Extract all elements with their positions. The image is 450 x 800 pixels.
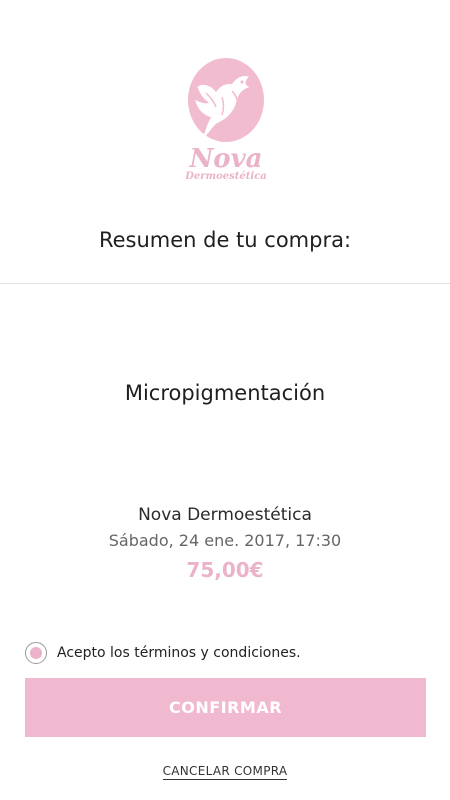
logo-wordmark: Nova [188, 144, 262, 174]
terms-radio[interactable] [25, 642, 47, 664]
summary-title: Resumen de tu compra: [98, 228, 352, 252]
price-total: 75,00€ [186, 558, 264, 582]
section-divider [0, 283, 450, 284]
radio-selected-dot [30, 647, 42, 659]
cancel-purchase-container: CANCELAR COMPRA [0, 760, 450, 780]
business-name: Nova Dermoestética [138, 505, 312, 525]
terms-label[interactable]: Acepto los términos y condiciones. [57, 645, 301, 661]
dove-logo-icon: Nova Dermoestética [186, 58, 266, 181]
service-name: Micropigmentación [124, 381, 326, 405]
purchase-summary-screen: Nova Dermoestética Resumen de tu compra:… [0, 0, 450, 800]
logo-subtitle: Dermoestética [186, 171, 266, 181]
cancel-purchase-link[interactable]: CANCELAR COMPRA [162, 764, 288, 780]
terms-checkbox-row[interactable]: Acepto los términos y condiciones. [25, 640, 301, 666]
brand-logo: Nova Dermoestética [186, 57, 266, 181]
confirm-button[interactable]: CONFIRMAR [25, 678, 426, 737]
appointment-date: Sábado, 24 ene. 2017, 17:30 [108, 531, 342, 550]
